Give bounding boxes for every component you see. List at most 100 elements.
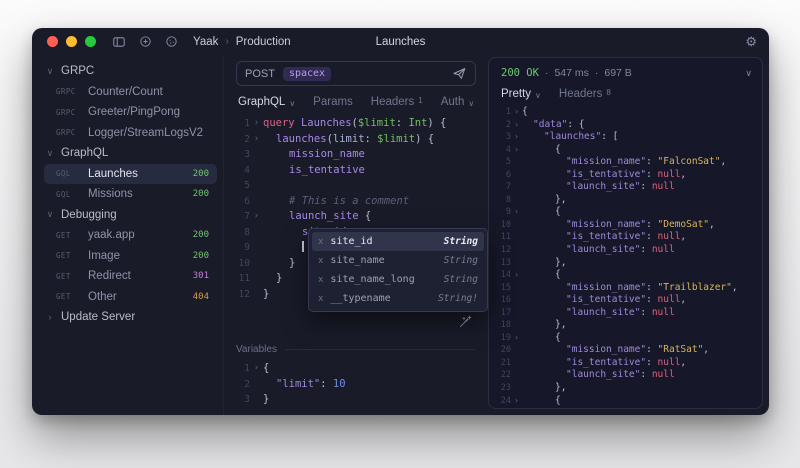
code-token: , xyxy=(709,219,715,230)
sidebar-item-yaak-app[interactable]: GETyaak.app200 xyxy=(44,225,217,246)
code-token: "Trailblazer" xyxy=(658,282,732,293)
sidebar-item-other[interactable]: GETOther404 xyxy=(44,287,217,308)
sidebar-item-counter-count[interactable]: GRPCCounter/Count xyxy=(44,82,217,103)
tab-count-badge: 8 xyxy=(606,89,610,97)
minimize-window-button[interactable] xyxy=(66,36,77,47)
settings-gear-icon[interactable]: ⚙ xyxy=(745,35,757,48)
tab-headers[interactable]: Headers1 xyxy=(371,96,423,108)
code-token: Int xyxy=(408,117,427,129)
request-label: Image xyxy=(88,250,120,262)
sidebar-folder[interactable]: ∨Debugging xyxy=(44,205,217,226)
code-token: ) { xyxy=(427,117,446,129)
sidebar-item-missions[interactable]: GQLMissions200 xyxy=(44,184,217,205)
fold-gutter xyxy=(511,219,522,232)
code-token: : xyxy=(646,344,657,355)
fold-chevron-icon: › xyxy=(511,131,522,144)
response-tab-pretty[interactable]: Pretty∨ xyxy=(501,88,541,100)
sidebar-folder[interactable]: ∨GraphQL xyxy=(44,143,217,164)
fold-gutter xyxy=(511,294,522,307)
tab-params[interactable]: Params xyxy=(313,96,353,108)
code-line: 24›{ xyxy=(495,395,762,408)
chevron-down-icon: ∨ xyxy=(46,148,54,159)
autocomplete-item-site_name[interactable]: xsite_nameString xyxy=(312,251,484,270)
sidebar-item-image[interactable]: GETImage200 xyxy=(44,246,217,267)
autocomplete-item-site_id[interactable]: xsite_idString xyxy=(312,232,484,251)
code-line: 4is_tentative xyxy=(236,163,476,179)
code-line: 2›launches(limit: $limit) { xyxy=(236,132,476,148)
sidebar: ∨GRPCGRPCCounter/CountGRPCGreeter/PingPo… xyxy=(32,55,224,415)
line-number: 13 xyxy=(495,257,511,270)
code-line: 7›launch_site { xyxy=(236,209,476,225)
autocomplete-item-site_name_long[interactable]: xsite_name_longString xyxy=(312,270,484,289)
variables-editor[interactable]: 1›{2"limit": 103} xyxy=(236,361,476,408)
magic-wand-icon[interactable] xyxy=(458,315,472,329)
workspace-name[interactable]: Yaak xyxy=(193,36,218,48)
fold-chevron-icon: › xyxy=(250,132,263,148)
response-body[interactable]: 1›{2›"data": {3›"launches": [4›{5"missio… xyxy=(489,106,762,408)
code-text: query Launches($limit: Int) { xyxy=(263,116,446,132)
autocomplete-item-__typename[interactable]: x__typenameString! xyxy=(312,289,484,308)
code-token: null xyxy=(652,181,675,192)
fold-chevron-icon: › xyxy=(511,332,522,345)
code-text: "launch_site": null xyxy=(522,181,675,194)
line-number: 10 xyxy=(495,219,511,232)
chevron-down-icon: ∨ xyxy=(289,99,295,108)
add-request-icon[interactable] xyxy=(139,35,152,48)
fold-gutter xyxy=(250,256,263,272)
line-number: 20 xyxy=(495,344,511,357)
request-label: Redirect xyxy=(88,270,131,282)
fold-chevron-icon: › xyxy=(511,106,522,119)
code-token: null xyxy=(652,307,675,318)
close-window-button[interactable] xyxy=(47,36,58,47)
sidebar-item-launches[interactable]: GQLLaunches200 xyxy=(44,164,217,185)
line-number: 16 xyxy=(495,294,511,307)
sidebar-item-logger-streamlogsv2[interactable]: GRPCLogger/StreamLogsV2 xyxy=(44,123,217,144)
code-token: : xyxy=(646,294,657,305)
request-method-label: GET xyxy=(56,251,81,260)
separator-dot: · xyxy=(545,67,549,79)
line-number: 6 xyxy=(495,169,511,182)
code-token: "DemoSat" xyxy=(658,219,709,230)
url-bar[interactable]: POST spacex xyxy=(236,61,476,86)
code-text: }, xyxy=(522,257,566,270)
graphql-editor[interactable]: 1›query Launches($limit: Int) {2›launche… xyxy=(236,116,476,302)
tab-graphql[interactable]: GraphQL∨ xyxy=(238,96,295,108)
sidebar-folder[interactable]: ∨GRPC xyxy=(44,61,217,82)
tab-auth[interactable]: Auth∨ xyxy=(441,96,475,108)
sidebar-item-redirect[interactable]: GETRedirect301 xyxy=(44,266,217,287)
sidebar-item-greeter-pingpong[interactable]: GRPCGreeter/PingPong xyxy=(44,102,217,123)
code-line: 1›query Launches($limit: Int) { xyxy=(236,116,476,132)
tab-count-badge: 1 xyxy=(418,97,422,105)
code-token: "mission_name" xyxy=(566,219,646,230)
send-request-button[interactable] xyxy=(452,66,467,81)
code-line: 2›"data": { xyxy=(495,119,762,132)
line-number: 9 xyxy=(495,206,511,219)
url-value[interactable]: spacex xyxy=(283,67,331,81)
sidebar-folder[interactable]: ›Update Server xyxy=(44,307,217,328)
sidebar-toggle-icon[interactable] xyxy=(112,35,126,49)
traffic-lights xyxy=(47,36,96,47)
code-token: "is_tentative" xyxy=(566,169,646,180)
field-kind-icon: x xyxy=(318,275,323,285)
chevron-down-icon[interactable]: ∨ xyxy=(745,68,752,79)
status-badge: 200 OK xyxy=(501,67,539,79)
code-token: , xyxy=(680,231,686,242)
code-text: "launch_site": null xyxy=(522,244,675,257)
fold-gutter xyxy=(511,156,522,169)
code-token: } xyxy=(263,393,269,405)
code-token: limit xyxy=(333,133,365,145)
code-token: launches xyxy=(276,133,327,145)
environment-name[interactable]: Production xyxy=(236,36,291,48)
code-line: 3} xyxy=(236,392,476,408)
cookie-jar-icon[interactable] xyxy=(165,35,178,48)
response-tab-headers[interactable]: Headers8 xyxy=(559,88,611,100)
code-token: } xyxy=(263,288,269,300)
fold-chevron-icon: › xyxy=(511,269,522,282)
fold-gutter xyxy=(511,369,522,382)
zoom-window-button[interactable] xyxy=(85,36,96,47)
breadcrumb-separator: › xyxy=(225,36,228,47)
fold-gutter xyxy=(250,271,263,287)
code-text: { xyxy=(522,332,561,345)
method-label[interactable]: POST xyxy=(245,68,275,80)
code-text: { xyxy=(263,361,269,377)
